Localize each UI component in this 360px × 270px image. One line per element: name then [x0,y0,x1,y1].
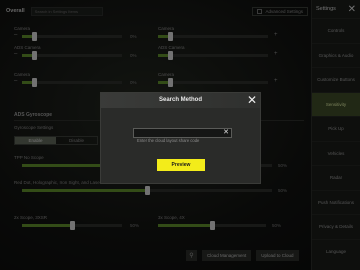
preview-button[interactable]: Preview [157,159,205,171]
share-code-field: ✕ [133,128,232,145]
share-code-input[interactable] [134,136,219,145]
clear-icon[interactable]: ✕ [223,128,229,138]
close-icon[interactable]: ✕ [247,93,257,107]
dialog-title: Search Method [158,97,202,103]
search-method-dialog: Search Method ✕ ✕ Preview [100,92,261,184]
